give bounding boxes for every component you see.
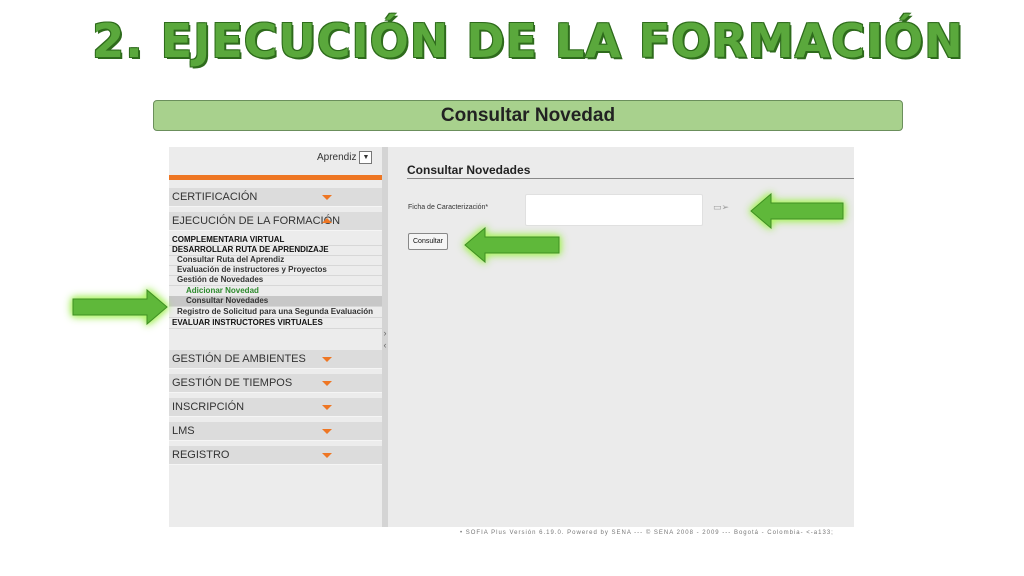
submenu-evaluar-instructores[interactable]: EVALUAR INSTRUCTORES VIRTUALES [169, 318, 382, 329]
menu-ejecucion-label: EJECUCIÓN DE LA FORMACIÓN [172, 215, 341, 227]
submenu-registro-solicitud[interactable]: Registro de Solicitud para una Segunda E… [169, 307, 382, 318]
lookup-icon[interactable]: ▭➢ [713, 202, 729, 213]
title-divider [407, 178, 854, 179]
expand-arrow-icon [322, 381, 332, 386]
expand-arrow-icon [322, 405, 332, 410]
menu-lms-label: LMS [172, 425, 195, 437]
arrow-left-icon [464, 226, 560, 264]
arrow-right-icon [72, 288, 168, 326]
menu-lms[interactable]: LMS [169, 422, 382, 441]
menu-tiempos-label: GESTIÓN DE TIEMPOS [172, 377, 293, 389]
menu-ambientes[interactable]: GESTIÓN DE AMBIENTES [169, 350, 382, 369]
expand-arrow-icon [322, 453, 332, 458]
menu-certificacion[interactable]: CERTIFICACIÓN [169, 188, 382, 207]
page-title: Consultar Novedades [407, 163, 531, 177]
expand-arrow-icon [322, 429, 332, 434]
orange-divider [169, 175, 382, 180]
consultar-button[interactable]: Consultar [408, 233, 448, 250]
menu-certificacion-label: CERTIFICACIÓN [172, 191, 258, 203]
submenu-consultar-novedades[interactable]: Consultar Novedades [169, 296, 382, 307]
ficha-input[interactable] [525, 194, 703, 226]
menu-inscripcion-label: INSCRIPCIÓN [172, 401, 245, 413]
footer-text: • SOFIA Plus Versión 6.19.0. Powered by … [460, 530, 834, 536]
expand-arrow-icon [322, 357, 332, 362]
role-selector[interactable]: Aprendiz ▼ [317, 151, 373, 164]
sidebar: Aprendiz ▼ CERTIFICACIÓN EJECUCIÓN DE LA… [169, 147, 382, 527]
submenu-gestion-novedades[interactable]: Gestión de Novedades [169, 275, 382, 286]
menu-ejecucion[interactable]: EJECUCIÓN DE LA FORMACIÓN [169, 212, 382, 231]
menu-inscripcion[interactable]: INSCRIPCIÓN [169, 398, 382, 417]
chevron-down-icon[interactable]: ▼ [359, 151, 373, 164]
section-banner: Consultar Novedad [153, 100, 903, 131]
menu-tiempos[interactable]: GESTIÓN DE TIEMPOS [169, 374, 382, 393]
menu-ambientes-label: GESTIÓN DE AMBIENTES [172, 353, 306, 365]
ficha-label: Ficha de Caracterización* [408, 204, 489, 211]
role-selected-value: Aprendiz [317, 152, 357, 163]
expand-arrow-icon [322, 195, 332, 200]
menu-registro[interactable]: REGISTRO [169, 446, 382, 465]
slide-title: 2. EJECUCIÓN DE LA FORMACIÓN [92, 14, 964, 68]
arrow-left-icon [750, 192, 844, 230]
menu-registro-label: REGISTRO [172, 449, 230, 461]
collapse-arrow-icon [322, 218, 332, 223]
